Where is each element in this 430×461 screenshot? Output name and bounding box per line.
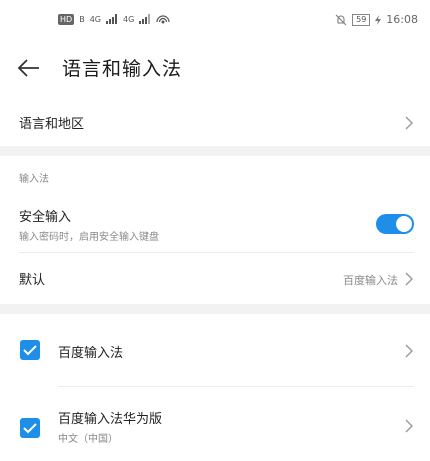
signal-2-label: 4G <box>122 14 135 24</box>
chevron-right-icon <box>405 419 413 433</box>
secure-input-row[interactable]: 安全输入 输入密码时，启用安全输入键盘 <box>0 200 430 250</box>
signal-bars-2-icon <box>139 14 151 24</box>
secure-input-subtitle: 输入密码时，启用安全输入键盘 <box>19 232 159 243</box>
checkmark-icon <box>23 423 37 434</box>
section-divider <box>0 304 430 314</box>
hd-badge: HD <box>58 13 75 25</box>
ime-label: 百度输入法 <box>58 346 124 361</box>
hotspot-icon <box>156 15 170 24</box>
secure-input-label: 安全输入 <box>19 210 72 225</box>
section-heading: 输入法 <box>19 174 49 185</box>
list-item[interactable]: 百度输入法 <box>0 326 430 376</box>
status-left: HD B 4G 4G <box>58 13 170 25</box>
ime-checkbox[interactable] <box>20 340 40 360</box>
chevron-right-icon <box>405 344 413 358</box>
charging-icon <box>375 14 382 25</box>
sim-label: B <box>79 14 85 24</box>
status-bar: HD B 4G 4G 59 16:08 <box>0 0 430 40</box>
secure-input-toggle[interactable] <box>376 214 414 234</box>
page-title: 语言和输入法 <box>62 58 183 80</box>
ime-label: 百度输入法华为版 <box>58 412 163 427</box>
section-divider <box>0 146 430 156</box>
language-region-label: 语言和地区 <box>19 117 85 132</box>
chevron-right-icon <box>405 272 413 286</box>
list-item[interactable]: 百度输入法华为版 中文（中国） <box>0 398 430 454</box>
status-right: 59 16:08 <box>335 13 418 26</box>
back-arrow-icon[interactable] <box>14 54 42 82</box>
default-ime-label: 默认 <box>19 273 46 288</box>
chevron-right-icon <box>405 116 413 130</box>
row-divider <box>58 386 414 387</box>
ime-subtitle: 中文（中国） <box>58 434 118 445</box>
ime-checkbox[interactable] <box>20 418 40 438</box>
signal-bars-1-icon <box>105 14 117 24</box>
row-divider <box>19 252 414 253</box>
default-ime-value: 百度输入法 <box>343 274 398 287</box>
language-region-row[interactable]: 语言和地区 <box>0 100 430 146</box>
checkmark-icon <box>23 345 37 356</box>
signal-1-label: 4G <box>89 14 101 24</box>
toggle-knob <box>396 216 412 232</box>
mute-bell-icon <box>335 14 347 25</box>
app-bar: 语言和输入法 <box>0 40 430 96</box>
battery-indicator: 59 <box>352 13 371 26</box>
status-time: 16:08 <box>386 13 418 26</box>
